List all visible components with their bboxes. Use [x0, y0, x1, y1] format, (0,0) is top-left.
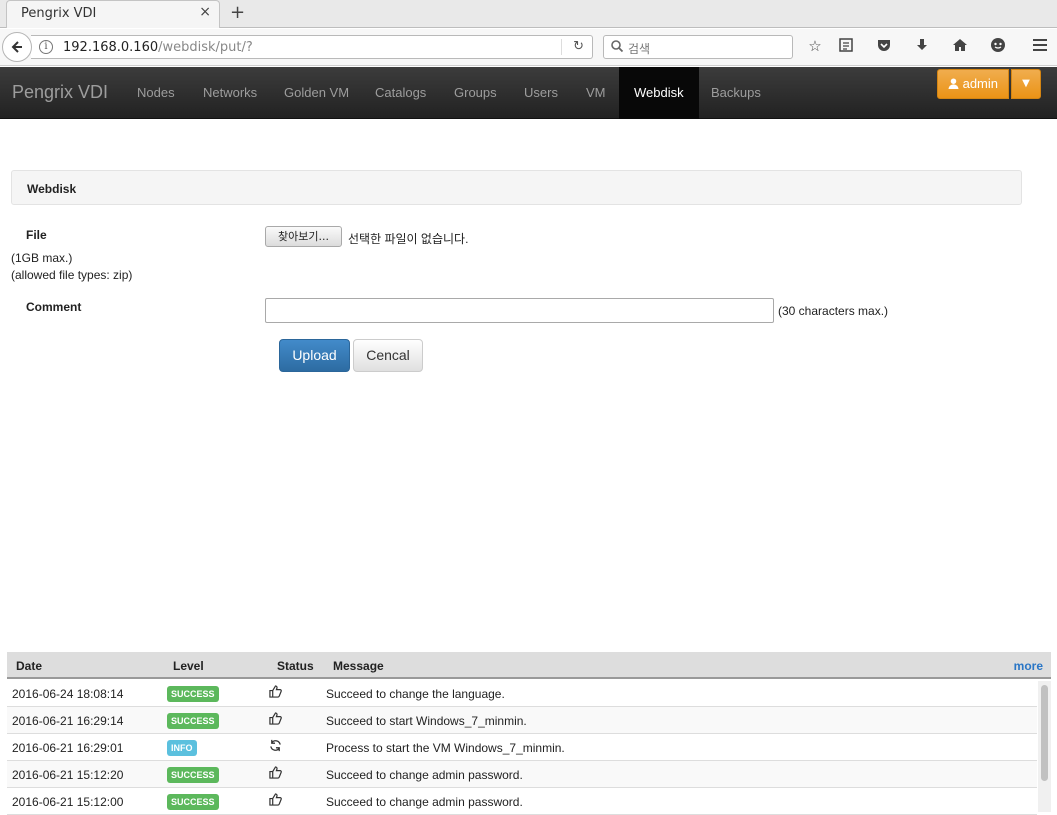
level-badge: SUCCESS — [167, 794, 219, 810]
search-box[interactable]: 검색 — [603, 35, 793, 59]
nav-networks[interactable]: Networks — [188, 67, 272, 119]
table-row: 2016-06-21 16:29:14 SUCCESS Succeed to s… — [7, 707, 1037, 734]
comment-input[interactable] — [265, 298, 774, 323]
url-text[interactable]: 192.168.0.160/webdisk/put/? — [63, 40, 253, 55]
level-badge: INFO — [167, 740, 197, 756]
reload-icon[interactable]: ↻ — [573, 39, 584, 54]
address-bar[interactable]: i 192.168.0.160/webdisk/put/? ↻ — [31, 35, 593, 59]
row-message: Process to start the VM Windows_7_minmin… — [326, 741, 565, 755]
search-placeholder: 검색 — [628, 42, 651, 56]
upload-button[interactable]: Upload — [279, 339, 350, 372]
back-arrow-icon — [11, 41, 22, 53]
log-scrollbar-thumb[interactable] — [1041, 685, 1048, 781]
download-icon[interactable] — [912, 37, 932, 57]
admin-user-button[interactable]: admin — [937, 69, 1009, 99]
webdisk-panel-heading: Webdisk — [11, 170, 1022, 205]
search-icon — [611, 40, 624, 53]
nav-catalogs[interactable]: Catalogs — [360, 67, 441, 119]
table-row: 2016-06-21 16:29:01 INFO Process to star… — [7, 734, 1037, 761]
table-row: 2016-06-21 15:12:20 SUCCESS Succeed to c… — [7, 761, 1037, 788]
url-divider — [561, 39, 562, 55]
url-host: 192.168.0.160 — [63, 40, 159, 55]
file-status-text: 선택한 파일이 없습니다. — [348, 232, 469, 246]
table-row: 2016-06-21 15:12:00 SUCCESS Succeed to c… — [7, 788, 1037, 815]
browser-toolbar: i 192.168.0.160/webdisk/put/? ↻ 검색 ☆ — [0, 29, 1057, 66]
row-date: 2016-06-21 16:29:01 — [12, 741, 124, 755]
file-label: File — [26, 228, 47, 242]
nav-vm[interactable]: VM — [571, 67, 621, 119]
tab-title: Pengrix VDI — [21, 6, 97, 21]
caret-down-icon: ▼ — [1022, 78, 1030, 89]
browser-tab[interactable]: Pengrix VDI × — [6, 0, 220, 28]
back-button[interactable] — [2, 32, 32, 62]
row-message: Succeed to change admin password. — [326, 795, 523, 809]
app-navbar: Pengrix VDI Nodes Networks Golden VM Cat… — [0, 67, 1057, 119]
row-date: 2016-06-21 16:29:14 — [12, 714, 124, 728]
reading-list-icon[interactable] — [836, 37, 856, 57]
nav-nodes[interactable]: Nodes — [122, 67, 190, 119]
browse-file-button[interactable]: 찾아보기... — [265, 226, 342, 247]
level-badge: SUCCESS — [167, 713, 219, 729]
comment-label: Comment — [26, 300, 82, 314]
row-date: 2016-06-21 15:12:20 — [12, 768, 124, 782]
refresh-icon — [269, 739, 282, 756]
nav-backups[interactable]: Backups — [696, 67, 776, 119]
thumbs-up-icon — [269, 712, 282, 729]
column-header-date: Date — [16, 659, 43, 673]
chat-icon[interactable] — [988, 37, 1008, 57]
column-header-status: Status — [277, 659, 314, 673]
nav-groups[interactable]: Groups — [439, 67, 512, 119]
cancel-button[interactable]: Cencal — [353, 339, 423, 372]
row-message: Succeed to change the language. — [326, 687, 505, 701]
comment-hint: (30 characters max.) — [778, 304, 889, 318]
nav-users[interactable]: Users — [509, 67, 573, 119]
thumbs-up-icon — [269, 766, 282, 783]
table-row: 2016-06-24 18:08:14 SUCCESS Succeed to c… — [7, 680, 1037, 707]
event-log-table: Date Level Status Message more 2016-06-2… — [7, 652, 1051, 815]
row-message: Succeed to change admin password. — [326, 768, 523, 782]
menu-icon[interactable] — [1030, 37, 1050, 57]
home-icon[interactable] — [950, 37, 970, 57]
admin-dropdown-toggle[interactable]: ▼ — [1011, 69, 1041, 99]
level-badge: SUCCESS — [167, 767, 219, 783]
brand-logo[interactable]: Pengrix VDI — [12, 82, 108, 103]
star-icon[interactable]: ☆ — [805, 37, 825, 57]
level-badge: SUCCESS — [167, 686, 219, 702]
url-path: /webdisk/put/? — [158, 40, 253, 55]
nav-golden-vm[interactable]: Golden VM — [269, 67, 364, 119]
new-tab-button[interactable]: + — [230, 2, 245, 23]
row-date: 2016-06-24 18:08:14 — [12, 687, 124, 701]
admin-user-label: admin — [962, 76, 999, 91]
row-date: 2016-06-21 15:12:00 — [12, 795, 124, 809]
log-scrollbar[interactable] — [1038, 681, 1051, 812]
user-icon — [948, 76, 963, 91]
thumbs-up-icon — [269, 685, 282, 702]
nav-webdisk[interactable]: Webdisk — [619, 67, 699, 119]
more-link[interactable]: more — [1014, 659, 1043, 673]
row-message: Succeed to start Windows_7_minmin. — [326, 714, 527, 728]
column-header-level: Level — [173, 659, 204, 673]
column-header-message: Message — [333, 659, 384, 673]
file-size-hint: (1GB max.) — [11, 251, 73, 265]
close-tab-icon[interactable]: × — [199, 4, 211, 20]
file-types-hint: (allowed file types: zip) — [11, 268, 133, 282]
table-header: Date Level Status Message more — [7, 652, 1051, 679]
thumbs-up-icon — [269, 793, 282, 810]
site-info-icon[interactable]: i — [39, 40, 53, 54]
browser-tab-bar: Pengrix VDI × + — [0, 0, 1057, 28]
pocket-icon[interactable] — [874, 37, 894, 57]
panel-title: Webdisk — [27, 182, 77, 196]
